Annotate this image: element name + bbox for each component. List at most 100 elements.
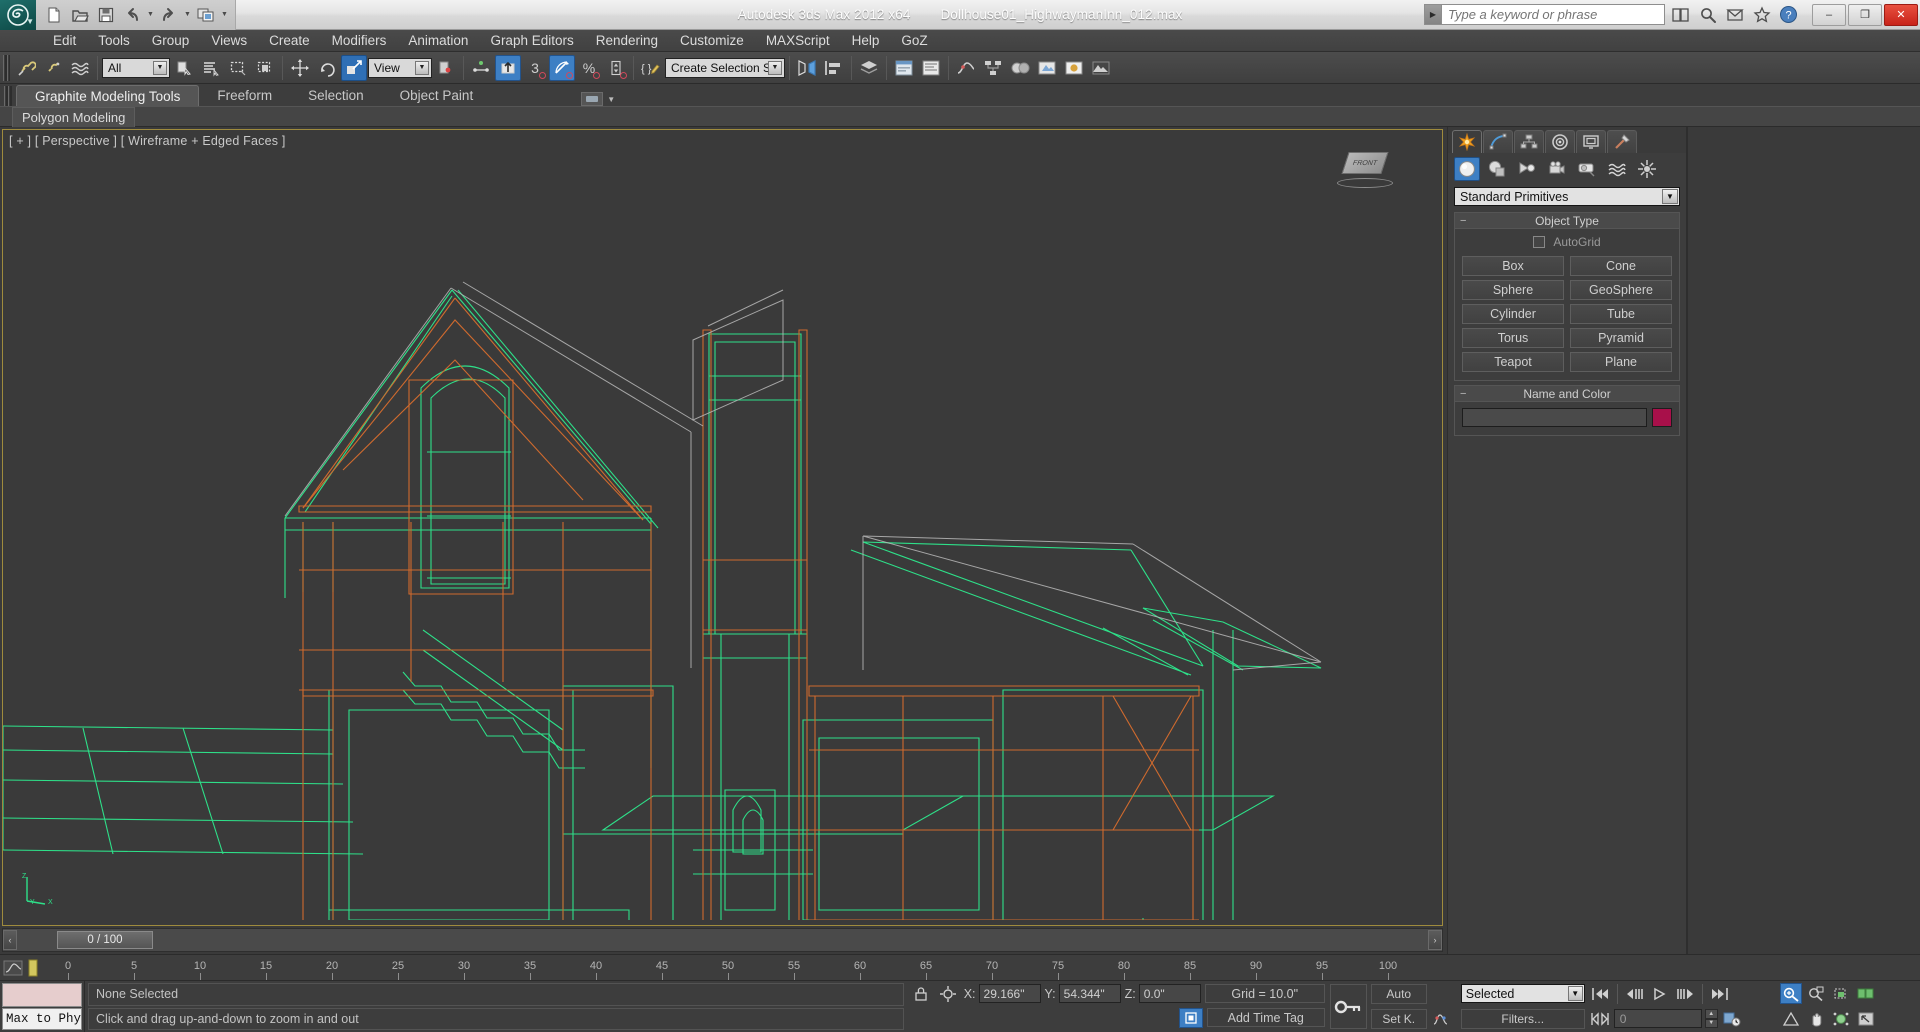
- current-frame-field[interactable]: 0: [1613, 1009, 1702, 1028]
- window-crossing-toggle-icon[interactable]: [252, 55, 278, 81]
- y-value[interactable]: 54.344": [1058, 984, 1121, 1003]
- orbit-view-button[interactable]: [1830, 1008, 1852, 1029]
- hierarchy-tab[interactable]: [1514, 130, 1544, 153]
- snaps-count-label[interactable]: 3: [522, 55, 548, 81]
- select-and-rotate-icon[interactable]: [314, 55, 340, 81]
- tab-object-paint[interactable]: Object Paint: [382, 85, 492, 106]
- select-and-scale-icon[interactable]: [341, 54, 367, 81]
- cone-button[interactable]: Cone: [1570, 256, 1672, 276]
- set-key-curve-icon[interactable]: [1430, 1008, 1452, 1029]
- unlink-selection-icon[interactable]: [40, 55, 66, 81]
- next-frame-button[interactable]: [1674, 983, 1696, 1004]
- communication-center-icon[interactable]: [1669, 3, 1692, 26]
- space-warps-category[interactable]: [1604, 157, 1630, 181]
- x-coordinate-field[interactable]: X: 29.166": [964, 984, 1041, 1003]
- pan-view-button[interactable]: [1805, 1008, 1827, 1029]
- search-icon[interactable]: [1696, 3, 1719, 26]
- tab-graphite-modeling-tools[interactable]: Graphite Modeling Tools: [16, 85, 200, 106]
- spinner-snap-toggle-icon[interactable]: [603, 55, 629, 81]
- object-color-swatch[interactable]: [1652, 408, 1672, 427]
- geosphere-button[interactable]: GeoSphere: [1570, 280, 1672, 300]
- named-selection-caret-icon[interactable]: ▼: [768, 60, 782, 75]
- zoom-all-button[interactable]: [1805, 983, 1827, 1004]
- subtab-polygon-modeling[interactable]: Polygon Modeling: [12, 106, 136, 127]
- toolbar-grip[interactable]: [3, 54, 10, 81]
- absolute-relative-toggle-icon[interactable]: [936, 985, 960, 1003]
- systems-category[interactable]: [1634, 157, 1660, 181]
- angle-snap-toggle-icon[interactable]: [549, 54, 575, 81]
- open-file-icon[interactable]: [68, 3, 92, 27]
- select-and-link-icon[interactable]: [13, 55, 39, 81]
- cylinder-button[interactable]: Cylinder: [1462, 304, 1564, 324]
- select-object-icon[interactable]: [171, 55, 197, 81]
- key-mode-toggle[interactable]: [1329, 984, 1367, 1029]
- play-animation-button[interactable]: [1649, 983, 1671, 1004]
- time-configuration-button[interactable]: [1721, 1008, 1743, 1029]
- time-slider[interactable]: ‹ 0 / 100 ›: [2, 928, 1443, 952]
- undo-dropdown-caret-icon[interactable]: ▼: [146, 11, 155, 18]
- zoom-extents-all-button[interactable]: [1855, 983, 1877, 1004]
- selection-filter-caret-icon[interactable]: ▼: [153, 60, 167, 75]
- y-coordinate-field[interactable]: Y: 54.344": [1045, 984, 1121, 1003]
- layer-manager-icon[interactable]: [856, 55, 882, 81]
- menu-group[interactable]: Group: [141, 30, 201, 52]
- time-slider-thumb[interactable]: 0 / 100: [57, 931, 153, 949]
- material-editor-icon[interactable]: [1007, 55, 1033, 81]
- set-key-button[interactable]: Set K.: [1370, 1008, 1427, 1029]
- plane-button[interactable]: Plane: [1570, 352, 1672, 372]
- z-coordinate-field[interactable]: Z: 0.0": [1125, 984, 1201, 1003]
- bind-to-space-warp-icon[interactable]: [67, 55, 93, 81]
- previous-frame-button[interactable]: [1624, 983, 1646, 1004]
- display-tab[interactable]: [1576, 130, 1606, 153]
- autogrid-checkbox[interactable]: [1533, 236, 1546, 248]
- search-dropdown-caret-icon[interactable]: ▶: [1425, 5, 1442, 24]
- create-tab[interactable]: [1452, 130, 1482, 153]
- help-icon[interactable]: ?: [1777, 3, 1800, 26]
- favorites-star-icon[interactable]: [1750, 3, 1773, 26]
- mirror-icon[interactable]: [794, 55, 820, 81]
- tab-selection[interactable]: Selection: [290, 85, 382, 106]
- subscription-center-icon[interactable]: [1723, 3, 1746, 26]
- key-filter-combo[interactable]: Selected ▼: [1460, 984, 1585, 1003]
- field-of-view-button[interactable]: [1780, 1008, 1802, 1029]
- toggle-layer-explorer-icon[interactable]: [918, 55, 944, 81]
- align-icon[interactable]: [821, 55, 847, 81]
- maxscript-listener-input[interactable]: Max to Phy: [2, 1008, 83, 1030]
- zoom-tool-button[interactable]: [1780, 983, 1803, 1004]
- tab-freeform[interactable]: Freeform: [199, 85, 290, 106]
- ribbon-display-caret-icon[interactable]: ▼: [607, 95, 615, 104]
- filters-button[interactable]: Filters...: [1460, 1008, 1585, 1029]
- restore-button[interactable]: ❐: [1848, 3, 1882, 26]
- menu-graph-editors[interactable]: Graph Editors: [479, 30, 584, 52]
- new-file-icon[interactable]: [42, 3, 66, 27]
- menu-create[interactable]: Create: [258, 30, 321, 52]
- render-setup-icon[interactable]: [1034, 55, 1060, 81]
- shapes-category[interactable]: [1484, 157, 1510, 181]
- zoom-extents-button[interactable]: [1830, 983, 1852, 1004]
- maxscript-listener-output[interactable]: [2, 983, 83, 1007]
- go-to-start-button[interactable]: [1589, 983, 1611, 1004]
- time-slider-prev-arrow[interactable]: ‹: [3, 930, 17, 950]
- render-production-icon[interactable]: [1088, 55, 1114, 81]
- pyramid-button[interactable]: Pyramid: [1570, 328, 1672, 348]
- teapot-button[interactable]: Teapot: [1462, 352, 1564, 372]
- ribbon-display-mode-combo[interactable]: [581, 92, 604, 106]
- key-mode-toggle-button[interactable]: [1589, 1008, 1611, 1029]
- percent-snap-toggle-icon[interactable]: %: [576, 55, 602, 81]
- schematic-view-icon[interactable]: [980, 55, 1006, 81]
- menu-help[interactable]: Help: [841, 30, 891, 52]
- object-type-collapse-icon[interactable]: −: [1460, 215, 1466, 227]
- lights-category[interactable]: [1514, 157, 1540, 181]
- z-value[interactable]: 0.0": [1138, 984, 1201, 1003]
- motion-tab[interactable]: [1545, 130, 1575, 153]
- save-file-icon[interactable]: [94, 3, 118, 27]
- isolate-selection-toggle[interactable]: [1178, 1007, 1203, 1028]
- helpers-category[interactable]: [1574, 157, 1600, 181]
- undo-icon[interactable]: [120, 3, 144, 27]
- select-by-name-icon[interactable]: [198, 55, 224, 81]
- reference-coordinate-caret-icon[interactable]: ▼: [415, 60, 429, 75]
- minimize-button[interactable]: –: [1812, 3, 1846, 26]
- track-bar[interactable]: 0 5 10 15 20 25 30 35 40 45 50 55 60 65 …: [0, 954, 1920, 980]
- edit-named-selection-sets-icon[interactable]: { }: [638, 55, 664, 81]
- name-and-color-header[interactable]: − Name and Color: [1455, 386, 1679, 402]
